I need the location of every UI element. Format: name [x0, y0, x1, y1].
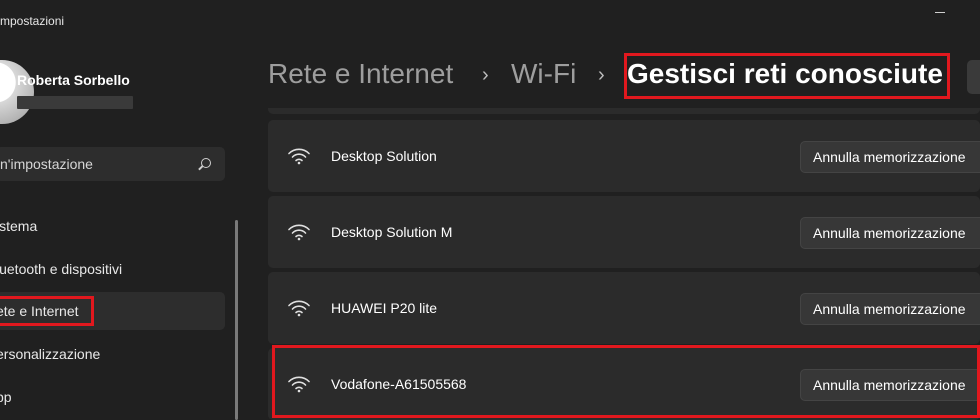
breadcrumb-network[interactable]: Rete e Internet	[268, 58, 453, 90]
list-edge	[268, 108, 980, 114]
forget-network-button[interactable]: Annulla memorizzazione	[800, 141, 980, 173]
wifi-icon	[288, 224, 310, 241]
sidebar-item-system[interactable]: istema	[0, 207, 225, 245]
sidebar-item-label: istema	[0, 218, 38, 234]
annotation-highlight-title	[624, 53, 950, 99]
annotation-highlight-nav	[0, 296, 94, 326]
network-name: HUAWEI P20 lite	[331, 300, 438, 316]
sidebar-item-label: luetooth e dispositivi	[0, 261, 123, 277]
sidebar-scrollbar[interactable]	[235, 220, 238, 420]
breadcrumb-wifi[interactable]: Wi-Fi	[511, 58, 576, 90]
search-input[interactable]	[0, 147, 186, 181]
chevron-right-icon: ›	[598, 64, 605, 86]
network-name: Desktop Solution M	[331, 224, 453, 240]
network-row: Desktop Solution Annulla memorizzazione	[268, 120, 980, 192]
app-title: mpostazioni	[0, 14, 65, 28]
wifi-icon	[288, 300, 310, 317]
network-row: Desktop Solution M Annulla memorizzazion…	[268, 196, 980, 268]
network-name: Desktop Solution	[331, 148, 437, 164]
profile-email-redacted	[17, 96, 133, 109]
title-bar: mpostazioni	[0, 0, 980, 40]
avatar[interactable]	[0, 60, 34, 124]
search-icon[interactable]	[201, 158, 211, 168]
profile-name: Roberta Sorbello	[17, 72, 130, 88]
forget-network-button[interactable]: Annulla memorizzazione	[800, 217, 980, 249]
minimize-button[interactable]	[926, 2, 954, 22]
sidebar-item-apps[interactable]: pp	[0, 378, 225, 416]
chevron-right-icon: ›	[482, 64, 489, 86]
network-row: HUAWEI P20 lite Annulla memorizzazione	[268, 272, 980, 344]
wifi-icon	[288, 148, 310, 165]
search-box[interactable]	[0, 147, 225, 181]
sidebar-item-label: ersonalizzazione	[0, 346, 101, 362]
sidebar-item-personalization[interactable]: ersonalizzazione	[0, 335, 225, 373]
annotation-highlight-network	[272, 345, 980, 418]
partial-control[interactable]	[967, 60, 980, 94]
forget-network-button[interactable]: Annulla memorizzazione	[800, 293, 980, 325]
sidebar-item-label: pp	[0, 389, 12, 405]
sidebar-item-bluetooth[interactable]: luetooth e dispositivi	[0, 250, 225, 288]
